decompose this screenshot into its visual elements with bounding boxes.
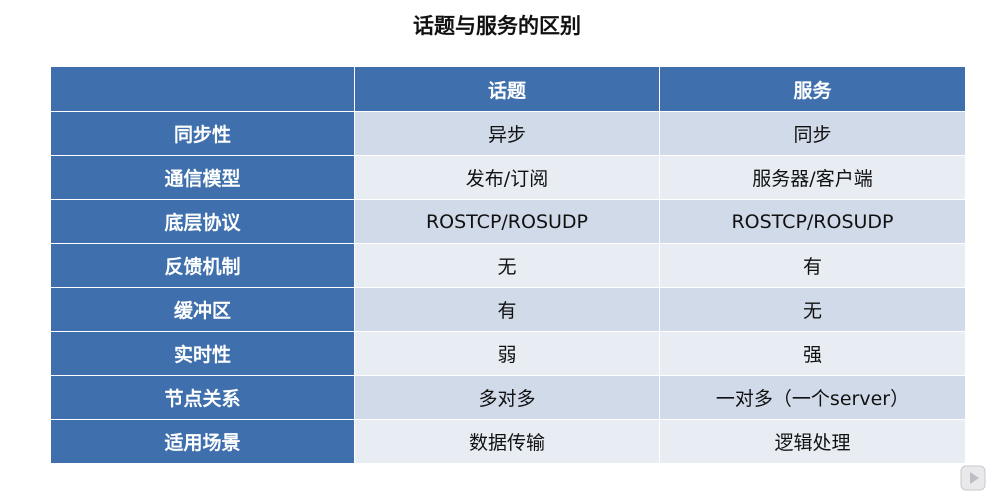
comparison-table: 话题 服务 同步性 异步 同步 通信模型 发布/订阅 服务器/客户端 底层协议 …: [50, 66, 966, 464]
table-header-row: 话题 服务: [50, 66, 966, 112]
table-row: 通信模型 发布/订阅 服务器/客户端: [50, 155, 966, 200]
service-cell: ROSTCP/ROSUDP: [659, 199, 966, 244]
row-label: 缓冲区: [50, 287, 355, 332]
table-row: 适用场景 数据传输 逻辑处理: [50, 419, 966, 464]
service-cell: 服务器/客户端: [659, 155, 966, 200]
service-cell: 同步: [659, 111, 966, 156]
row-label: 反馈机制: [50, 243, 355, 288]
service-cell: 强: [659, 331, 966, 376]
topic-cell: ROSTCP/ROSUDP: [354, 199, 660, 244]
play-icon[interactable]: [960, 465, 986, 491]
header-corner: [50, 66, 355, 112]
topic-cell: 弱: [354, 331, 660, 376]
row-label: 节点关系: [50, 375, 355, 420]
page-title: 话题与服务的区别: [413, 14, 581, 38]
table-row: 同步性 异步 同步: [50, 111, 966, 156]
table-row: 节点关系 多对多 一对多（一个server）: [50, 375, 966, 420]
table-row: 缓冲区 有 无: [50, 287, 966, 332]
table-row: 底层协议 ROSTCP/ROSUDP ROSTCP/ROSUDP: [50, 199, 966, 244]
row-label: 同步性: [50, 111, 355, 156]
topic-cell: 发布/订阅: [354, 155, 660, 200]
topic-cell: 数据传输: [354, 419, 660, 464]
row-label: 适用场景: [50, 419, 355, 464]
row-label: 底层协议: [50, 199, 355, 244]
header-topic: 话题: [354, 66, 660, 112]
table-row: 实时性 弱 强: [50, 331, 966, 376]
table-row: 反馈机制 无 有: [50, 243, 966, 288]
service-cell: 有: [659, 243, 966, 288]
header-service: 服务: [659, 66, 966, 112]
row-label: 通信模型: [50, 155, 355, 200]
row-label: 实时性: [50, 331, 355, 376]
service-cell: 无: [659, 287, 966, 332]
topic-cell: 多对多: [354, 375, 660, 420]
topic-cell: 有: [354, 287, 660, 332]
topic-cell: 无: [354, 243, 660, 288]
service-cell: 逻辑处理: [659, 419, 966, 464]
topic-cell: 异步: [354, 111, 660, 156]
service-cell: 一对多（一个server）: [659, 375, 966, 420]
